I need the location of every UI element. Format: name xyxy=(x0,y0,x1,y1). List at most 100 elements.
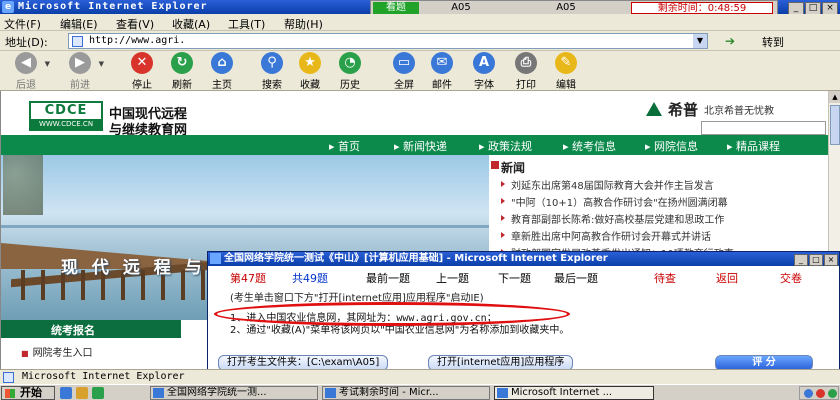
menu-tools[interactable]: 工具(T) xyxy=(228,16,265,32)
news-bullet-icon xyxy=(501,181,505,187)
news-item-text[interactable]: 教育部副部长陈希:做好高校基层党建和思政工作 xyxy=(511,211,724,225)
volume-tray-icon[interactable] xyxy=(828,389,837,398)
nav-exam-info[interactable]: ▸ 统考信息 xyxy=(563,138,616,154)
cdce-logo[interactable]: CDCE WWW.CDCE.CN xyxy=(29,101,103,131)
exam-id-cell: A05 xyxy=(451,2,471,13)
antivirus-tray-icon[interactable] xyxy=(816,389,825,398)
toolbar-label: 编辑 xyxy=(556,80,576,91)
menu-favorites[interactable]: 收藏(A) xyxy=(172,16,210,32)
nav-policy[interactable]: ▸ 政策法规 xyxy=(479,138,532,154)
news-heading: 新闻 xyxy=(501,161,526,175)
address-url[interactable]: http://www.agri. xyxy=(89,35,185,46)
go-arrow-icon[interactable]: ➔ xyxy=(725,34,735,48)
news-bullet-icon xyxy=(501,198,505,204)
popup-title: 全国网络学院统一测试《中山》[计算机应用基础] - Microsoft Inte… xyxy=(224,253,608,264)
return-button[interactable]: 返回 xyxy=(716,270,738,286)
standard-toolbar: ◀ 后退 ▼ ▶ 前进 ▼ ✕ 停止 ↻ 刷新 ⌂ 主页 ⚲ 搜索 ★ 收藏 ◔ 历史 ▭ 全屏 ✉ 邮件 A 字体 ⎙ 打印 ✎ 编… xyxy=(0,51,840,91)
toolbar-button-2[interactable]: ✕ 停止 xyxy=(124,52,160,91)
nav-college-info[interactable]: ▸ 网院信息 xyxy=(645,138,698,154)
favorites-star-icon: ★ xyxy=(299,52,321,74)
submit-exam-button[interactable]: 交卷 xyxy=(780,270,802,286)
pending-review-button[interactable]: 待查 xyxy=(654,270,676,286)
toolbar-button-4[interactable]: ⌂ 主页 xyxy=(204,52,240,91)
site-search-input[interactable] xyxy=(701,121,826,135)
time-remaining: 剩余时间：0:48:59 xyxy=(631,2,773,14)
red-annotation-oval xyxy=(214,302,570,326)
toolbar-label: 搜索 xyxy=(262,80,282,91)
toolbar-button-1[interactable]: ▶ 前进 ▼ xyxy=(62,52,104,91)
status-page-icon xyxy=(3,372,14,383)
toolbar-button-0[interactable]: ◀ 后退 ▼ xyxy=(8,52,50,91)
menu-help[interactable]: 帮助(H) xyxy=(284,16,323,32)
news-item-text[interactable]: 章新胜出席中阿高教合作研讨会开幕式并讲话 xyxy=(511,228,711,242)
news-item[interactable]: "中阿（10+1）高教合作研讨会"在扬州圆满闭幕 xyxy=(501,194,823,208)
ie-app-icon: e xyxy=(2,1,14,13)
chevron-down-icon[interactable]: ▼ xyxy=(693,34,707,48)
ie-quicklaunch-icon[interactable] xyxy=(60,387,72,399)
popup-window-controls: _ □ × xyxy=(793,252,838,266)
partner-description: 北京希普无忧教 xyxy=(704,106,774,117)
forward-arrow-icon: ▶ xyxy=(69,52,91,74)
windows-flag-icon xyxy=(5,389,15,398)
popup-maximize-button[interactable]: □ xyxy=(809,254,823,266)
taskbar-item-ie[interactable]: Microsoft Internet ... xyxy=(494,386,654,400)
toolbar-button-5[interactable]: ⚲ 搜索 xyxy=(254,52,290,91)
news-item-text[interactable]: "中阿（10+1）高教合作研讨会"在扬州圆满闭幕 xyxy=(511,194,728,208)
menu-edit[interactable]: 编辑(E) xyxy=(60,16,98,32)
menu-file[interactable]: 文件(F) xyxy=(4,16,41,32)
start-button[interactable]: 开始 xyxy=(1,386,55,400)
partner-logo[interactable]: 希普 北京希普无忧教 xyxy=(646,99,826,119)
toolbar-button-7[interactable]: ◔ 历史 xyxy=(332,52,368,91)
popup-close-button[interactable]: × xyxy=(824,254,838,266)
taskbar-item-timer[interactable]: 考试剩余时间 - Micr... xyxy=(322,386,490,400)
partner-logo-mark-icon xyxy=(646,102,662,116)
scroll-up-icon[interactable]: ▲ xyxy=(829,91,840,103)
news-item[interactable]: 教育部副部长陈希:做好高校基层党建和思政工作 xyxy=(501,211,823,225)
prev-question-button[interactable]: 上一题 xyxy=(436,270,469,286)
news-bullet-icon xyxy=(501,232,505,238)
question-nav: 第47题 共49题 最前一题 上一题 下一题 最后一题 待查 返回 交卷 xyxy=(214,268,836,286)
desktop-quicklaunch-icon[interactable] xyxy=(76,387,88,399)
registration-heading: 统考报名 xyxy=(51,324,95,337)
media-quicklaunch-icon[interactable] xyxy=(92,387,104,399)
toolbar-label: 历史 xyxy=(340,80,360,91)
chevron-down-icon[interactable]: ▼ xyxy=(99,60,104,68)
next-question-button[interactable]: 下一题 xyxy=(498,270,531,286)
font-icon: A xyxy=(473,52,495,74)
last-question-button[interactable]: 最后一题 xyxy=(554,270,598,286)
network-tray-icon[interactable] xyxy=(804,389,813,398)
hero-slogan: 现 代 远 程 与 xyxy=(61,258,206,278)
edit-icon: ✎ xyxy=(555,52,577,74)
total-questions: 共49题 xyxy=(292,272,328,285)
cdce-logo-url: WWW.CDCE.CN xyxy=(31,119,101,129)
taskbar-item-exam[interactable]: 全国网络学院统一测... xyxy=(150,386,318,400)
student-entry-link[interactable]: ■ 网院考生入口 xyxy=(21,344,93,359)
first-question-button[interactable]: 最前一题 xyxy=(366,270,410,286)
toolbar-button-3[interactable]: ↻ 刷新 xyxy=(164,52,200,91)
nav-home[interactable]: ▸ 首页 xyxy=(329,138,360,154)
menu-view[interactable]: 查看(V) xyxy=(116,16,154,32)
toolbar-button-11[interactable]: ⎙ 打印 xyxy=(508,52,544,91)
popup-minimize-button[interactable]: _ xyxy=(794,254,808,266)
popup-title-bar[interactable]: 全国网络学院统一测试《中山》[计算机应用基础] - Microsoft Inte… xyxy=(208,252,839,266)
toolbar-label: 主页 xyxy=(212,80,232,91)
toolbar-button-12[interactable]: ✎ 编辑 xyxy=(548,52,584,91)
toolbar-button-9[interactable]: ✉ 邮件 xyxy=(424,52,460,91)
news-item[interactable]: 章新胜出席中阿高教合作研讨会开幕式并讲话 xyxy=(501,228,823,242)
nav-news-express[interactable]: ▸ 新闻快递 xyxy=(394,138,447,154)
view-question-button[interactable]: 看题 xyxy=(373,2,419,14)
toolbar-button-8[interactable]: ▭ 全屏 xyxy=(386,52,422,91)
address-input[interactable]: http://www.agri. ▼ xyxy=(68,33,708,49)
go-button[interactable]: 转到 xyxy=(762,34,784,50)
exam-id-cell-secondary: A05 xyxy=(556,2,576,13)
news-item[interactable]: 刘延东出席第48届国际教育大会并作主旨发言 xyxy=(501,177,823,191)
print-icon: ⎙ xyxy=(515,52,537,74)
toolbar-button-6[interactable]: ★ 收藏 xyxy=(292,52,328,91)
chevron-down-icon[interactable]: ▼ xyxy=(45,60,50,68)
toolbar-label: 收藏 xyxy=(300,80,320,91)
scrollbar-thumb[interactable] xyxy=(830,105,840,145)
news-item-text[interactable]: 刘延东出席第48届国际教育大会并作主旨发言 xyxy=(511,177,714,191)
nav-courses[interactable]: ▸ 精品课程 xyxy=(727,138,780,154)
toolbar-button-10[interactable]: A 字体 xyxy=(466,52,502,91)
toolbar-label: 后退 xyxy=(16,80,36,91)
